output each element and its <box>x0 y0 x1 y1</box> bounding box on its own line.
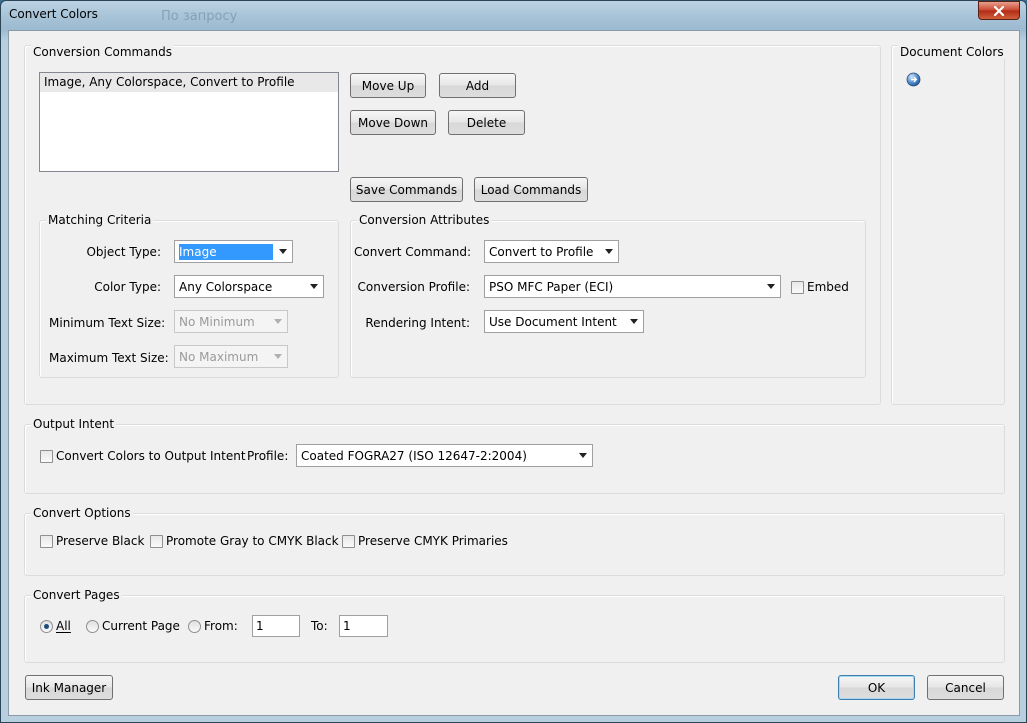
expand-icon[interactable] <box>906 72 921 87</box>
convert-command-label: Convert Command: <box>354 245 471 259</box>
object-type-value: Image <box>179 243 273 260</box>
conversion-profile-label: Conversion Profile: <box>357 280 470 294</box>
document-colors-title: Document Colors <box>898 45 1006 59</box>
document-colors-group <box>891 45 1005 405</box>
convert-command-select[interactable]: Convert to Profile <box>484 240 619 263</box>
delete-button[interactable]: Delete <box>448 110 525 135</box>
cancel-button[interactable]: Cancel <box>927 675 1004 700</box>
chevron-down-icon <box>279 249 287 254</box>
convert-pages-title: Convert Pages <box>31 588 122 602</box>
preserve-black-label: Preserve Black <box>56 534 145 548</box>
from-page-input[interactable] <box>252 615 300 637</box>
conversion-attributes-title: Conversion Attributes <box>357 213 492 227</box>
max-text-size-select: No Maximum <box>174 345 288 368</box>
color-type-label: Color Type: <box>94 280 161 294</box>
preserve-cmyk-label: Preserve CMYK Primaries <box>358 534 508 548</box>
embed-label: Embed <box>807 280 849 294</box>
chevron-down-icon <box>767 284 775 289</box>
rendering-intent-value: Use Document Intent <box>489 314 617 329</box>
color-type-value: Any Colorspace <box>179 279 273 294</box>
to-label: To: <box>311 619 328 633</box>
rendering-intent-select[interactable]: Use Document Intent <box>484 310 644 333</box>
list-item[interactable]: Image, Any Colorspace, Convert to Profil… <box>40 73 338 92</box>
max-text-size-value: No Maximum <box>179 349 259 364</box>
save-commands-button[interactable]: Save Commands <box>350 177 463 202</box>
preserve-cmyk-checkbox[interactable] <box>342 535 355 548</box>
chevron-down-icon <box>605 249 613 254</box>
move-down-button[interactable]: Move Down <box>350 110 436 135</box>
conversion-commands-title: Conversion Commands <box>31 45 175 59</box>
current-page-radio[interactable] <box>86 620 99 633</box>
object-type-label: Object Type: <box>86 245 161 259</box>
output-profile-value: Coated FOGRA27 (ISO 12647-2:2004) <box>301 448 527 463</box>
move-up-button[interactable]: Move Up <box>350 73 426 98</box>
all-pages-radio[interactable] <box>40 620 53 633</box>
color-type-select[interactable]: Any Colorspace <box>174 275 324 298</box>
chevron-down-icon <box>579 453 587 458</box>
background-window-title: По запросу <box>161 9 238 24</box>
ok-button[interactable]: OK <box>838 675 915 700</box>
current-page-label: Current Page <box>102 619 180 633</box>
window-title: Convert Colors <box>9 7 98 21</box>
min-text-size-value: No Minimum <box>179 314 255 329</box>
min-text-size-select: No Minimum <box>174 310 288 333</box>
close-icon <box>993 5 1005 16</box>
conversion-profile-select[interactable]: PSO MFC Paper (ECI) <box>484 275 781 298</box>
dialog-client: Conversion Commands Image, Any Colorspac… <box>8 30 1020 716</box>
add-button[interactable]: Add <box>439 73 516 98</box>
convert-options-title: Convert Options <box>31 506 133 520</box>
min-text-size-label: Minimum Text Size: <box>49 316 166 330</box>
ink-manager-button[interactable]: Ink Manager <box>25 675 113 700</box>
max-text-size-label: Maximum Text Size: <box>49 351 169 365</box>
convert-colors-window: По запросу Convert Colors Conversion Com… <box>0 0 1027 723</box>
output-profile-select[interactable]: Coated FOGRA27 (ISO 12647-2:2004) <box>296 444 593 467</box>
rendering-intent-label: Rendering Intent: <box>365 316 470 330</box>
chevron-down-icon <box>630 319 638 324</box>
close-button[interactable] <box>978 1 1020 20</box>
promote-gray-checkbox[interactable] <box>150 535 163 548</box>
conversion-profile-value: PSO MFC Paper (ECI) <box>489 279 614 294</box>
convert-command-value: Convert to Profile <box>489 244 594 259</box>
chevron-down-icon <box>310 284 318 289</box>
promote-gray-label: Promote Gray to CMYK Black <box>166 534 339 548</box>
from-label: From: <box>204 619 238 633</box>
chevron-down-icon <box>274 319 282 324</box>
embed-checkbox[interactable] <box>791 281 804 294</box>
convert-to-output-intent-label: Convert Colors to Output Intent <box>56 449 246 463</box>
from-pages-radio[interactable] <box>188 620 201 633</box>
object-type-select[interactable]: Image <box>174 240 293 263</box>
output-profile-label: Profile: <box>247 449 289 463</box>
all-pages-label: All <box>56 619 71 633</box>
to-page-input[interactable] <box>339 615 388 637</box>
chevron-down-icon <box>274 354 282 359</box>
conversion-commands-list[interactable]: Image, Any Colorspace, Convert to Profil… <box>39 72 339 172</box>
output-intent-title: Output Intent <box>31 417 117 431</box>
matching-criteria-title: Matching Criteria <box>46 213 154 227</box>
preserve-black-checkbox[interactable] <box>40 535 53 548</box>
load-commands-button[interactable]: Load Commands <box>474 177 588 202</box>
convert-to-output-intent-checkbox[interactable] <box>40 450 53 463</box>
